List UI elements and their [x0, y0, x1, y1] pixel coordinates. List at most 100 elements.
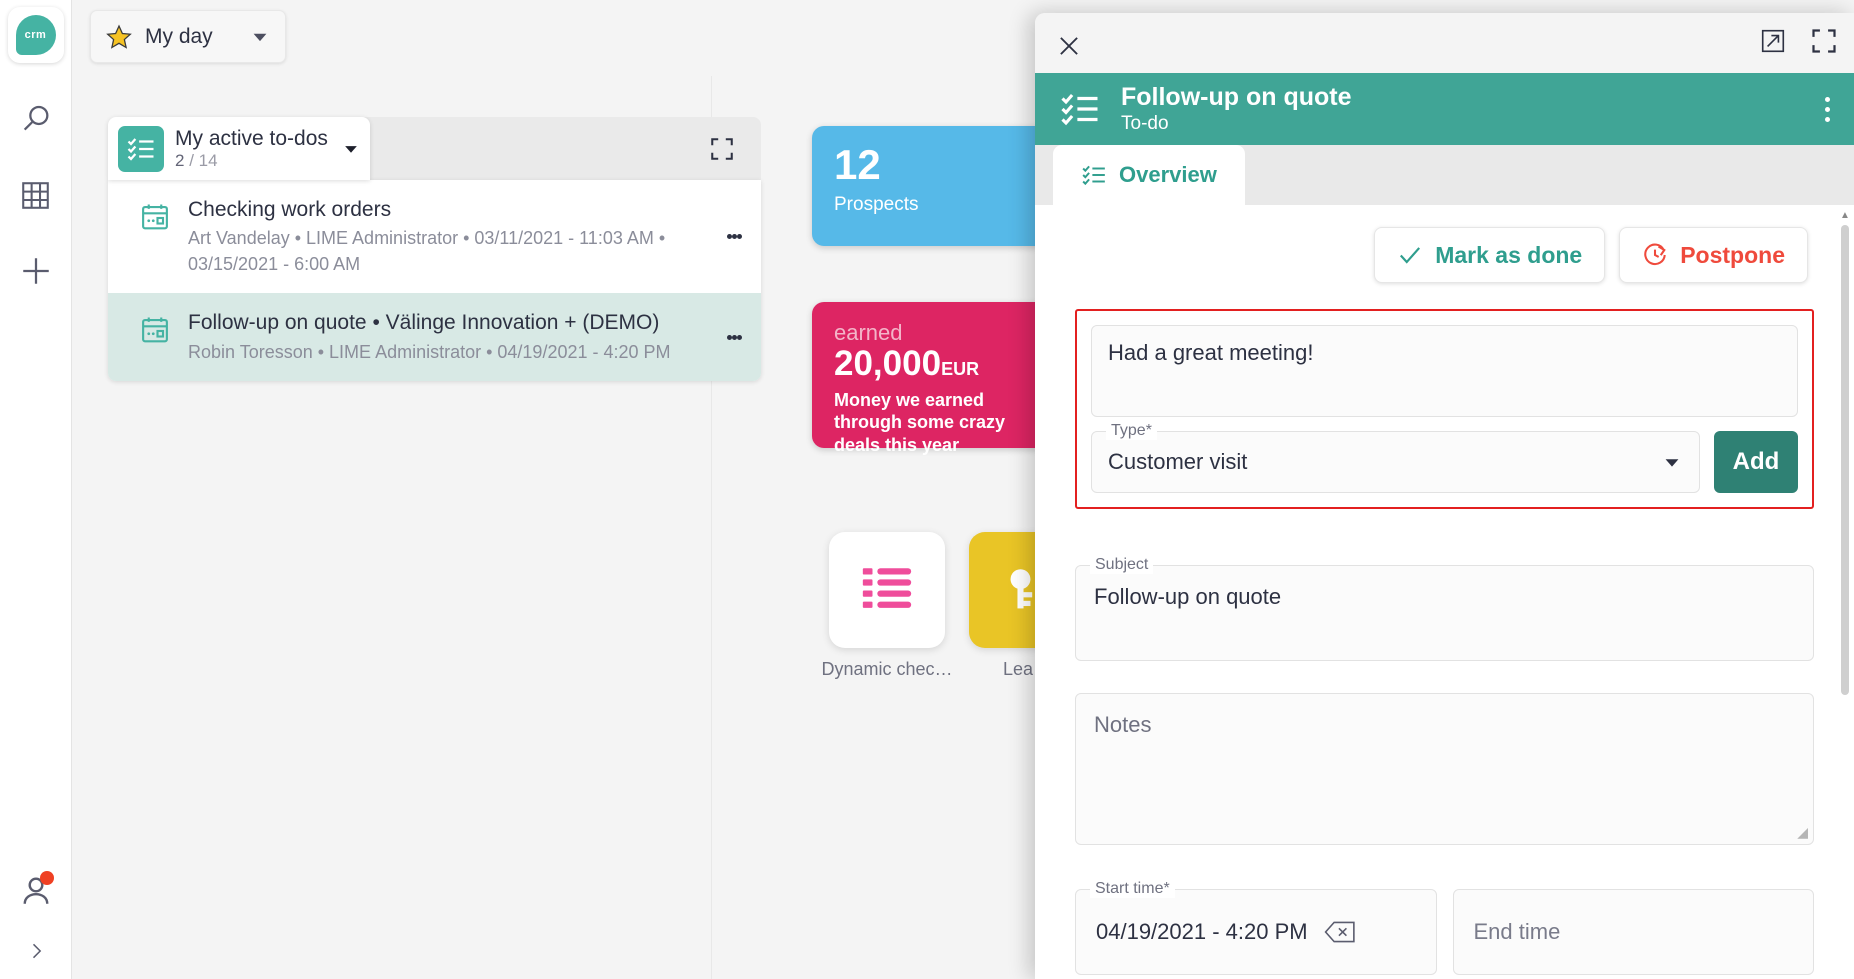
list-item-meta: Art Vandelay • LIME Administrator • 03/1… [188, 228, 666, 275]
subject-field-label: Subject [1090, 556, 1154, 574]
todo-filter-text: My active to-dos 2 / 14 [175, 127, 328, 171]
mark-as-done-button[interactable]: Mark as done [1374, 227, 1606, 283]
checklist-icon [1081, 162, 1107, 188]
backspace-icon[interactable] [1324, 919, 1356, 945]
kpi-earned-currency: EUR [941, 359, 980, 379]
list-item[interactable]: Checking work orders Art Vandelay • LIME… [108, 180, 761, 293]
crm-logo-text: crm [24, 29, 47, 41]
postpone-label: Postpone [1680, 241, 1785, 268]
postpone-button[interactable]: Postpone [1619, 227, 1808, 283]
list-icon [858, 561, 916, 619]
rail-expand-button[interactable] [0, 923, 72, 979]
todo-list: Checking work orders Art Vandelay • LIME… [108, 180, 761, 381]
todo-card: My active to-dos 2 / 14 Checking work or… [108, 117, 761, 381]
grid-icon[interactable] [0, 157, 72, 233]
todo-filter-title: My active to-dos [175, 126, 328, 150]
start-time-field[interactable]: Start time* 04/19/2021 - 4:20 PM [1075, 880, 1437, 975]
chevron-down-icon [249, 26, 271, 48]
list-item-title: Follow-up on quote • Välinge Innovation … [188, 311, 660, 335]
subject-field[interactable]: Subject Follow-up on quote [1075, 556, 1814, 661]
todo-checklist-icon [118, 125, 164, 172]
dialog-scrollbar[interactable]: ▲ ▼ [1840, 211, 1850, 979]
kpi-card-prospects[interactable]: 12 Prospects [812, 126, 1052, 246]
list-item-title: Checking work orders [188, 198, 392, 221]
calendar-icon [140, 196, 174, 277]
todo-filter-selector[interactable]: My active to-dos 2 / 14 [108, 117, 370, 180]
calendar-icon [140, 309, 174, 364]
more-vertical-icon[interactable] [721, 309, 747, 364]
chevron-down-icon [1661, 451, 1683, 473]
rail-bottom [0, 859, 72, 979]
comment-textarea[interactable] [1091, 325, 1798, 417]
list-item-body: Follow-up on quote • Välinge Innovation … [188, 309, 707, 364]
type-select-value: Customer visit [1108, 449, 1248, 474]
list-item-meta: Robin Toresson • LIME Administrator • 04… [188, 341, 671, 362]
tab-overview[interactable]: Overview [1053, 145, 1245, 205]
type-select-label: Type* [1106, 422, 1157, 440]
mark-as-done-label: Mark as done [1435, 241, 1583, 268]
dialog-header-text: Follow-up on quote To-do [1121, 83, 1352, 135]
search-icon[interactable] [0, 81, 72, 157]
kpi-prospects-value: 12 [834, 141, 881, 188]
view-selector-my-day[interactable]: My day [90, 10, 286, 63]
kpi-earned-amount-row: 20,000EUR [834, 344, 1030, 383]
open-in-new-icon[interactable] [1760, 28, 1786, 54]
kpi-earned-amount: 20,000 [834, 344, 942, 383]
subject-field-value: Follow-up on quote [1094, 584, 1282, 609]
type-select[interactable]: Type* Customer visit [1091, 422, 1700, 493]
list-item[interactable]: Follow-up on quote • Välinge Innovation … [108, 293, 761, 381]
notification-badge [39, 871, 54, 885]
dialog-body: ▲ ▼ Mark as done [1035, 205, 1854, 979]
check-icon [1397, 242, 1423, 268]
app-rail: crm [0, 0, 72, 979]
add-comment-highlight: Type* Customer visit Add [1075, 309, 1814, 509]
fullscreen-icon[interactable] [1810, 27, 1838, 55]
notes-field[interactable]: Notes ◢ [1075, 693, 1814, 845]
add-comment-button[interactable]: Add [1714, 431, 1798, 493]
task-detail-dialog: Follow-up on quote To-do Overview ▲ Mark… [1035, 13, 1854, 979]
kpi-earned-description: Money we earned through some crazy deals… [834, 389, 1006, 455]
todo-count-total: 14 [198, 150, 218, 170]
page-title: Follow-up on quote [1121, 83, 1352, 112]
list-item-body: Checking work orders Art Vandelay • LIME… [188, 196, 707, 277]
view-selector-label: My day [145, 24, 213, 48]
left-column: My active to-dos 2 / 14 Checking work or… [72, 76, 761, 979]
clock-rotate-icon [1642, 242, 1668, 268]
kpi-prospects-label: Prospects [834, 194, 919, 215]
todo-checklist-icon [1059, 88, 1101, 130]
comment-type-row: Type* Customer visit Add [1091, 422, 1798, 493]
shortcut-tile-dynamic-checklist[interactable] [829, 532, 945, 648]
dialog-tabstrip: Overview [1035, 145, 1854, 205]
notes-field-placeholder: Notes [1094, 712, 1152, 737]
time-fields-row: Start time* 04/19/2021 - 4:20 PM End tim… [1075, 880, 1814, 975]
chevron-down-icon [341, 139, 361, 159]
plus-icon[interactable] [0, 233, 72, 309]
end-time-field[interactable]: End time [1452, 889, 1814, 975]
resize-handle-icon[interactable]: ◢ [1797, 824, 1808, 841]
todo-count-done: 2 [175, 150, 185, 170]
dialog-header-subtitle: To-do [1121, 112, 1169, 134]
shortcut-tile-caption: Dynamic chec… [821, 659, 953, 679]
app-logo[interactable]: crm [7, 7, 64, 63]
tab-overview-label: Overview [1119, 162, 1217, 187]
end-time-placeholder: End time [1473, 919, 1561, 944]
dialog-window-controls [1760, 27, 1838, 55]
dialog-topbar [1035, 13, 1854, 73]
scroll-up-icon[interactable]: ▲ [1840, 211, 1850, 221]
todo-count-separator: / [189, 150, 194, 170]
more-vertical-icon[interactable] [1819, 88, 1836, 130]
more-vertical-icon[interactable] [721, 196, 747, 277]
star-icon [105, 23, 133, 51]
kpi-earned-prefix: earned [834, 320, 903, 345]
scrollbar-thumb[interactable] [1841, 225, 1849, 695]
user-avatar[interactable] [0, 859, 72, 923]
todo-filter-count: 2 / 14 [175, 151, 328, 171]
start-time-label: Start time* [1090, 880, 1175, 898]
crm-logo-icon: crm [15, 15, 56, 55]
start-time-value: 04/19/2021 - 4:20 PM [1096, 919, 1308, 944]
dialog-header: Follow-up on quote To-do [1035, 73, 1854, 145]
close-icon[interactable] [1052, 29, 1086, 63]
fullscreen-icon[interactable] [709, 136, 735, 162]
kpi-card-earned[interactable]: earned 20,000EUR Money we earned through… [812, 302, 1052, 455]
dialog-action-row: Mark as done Postpone [1059, 205, 1830, 283]
